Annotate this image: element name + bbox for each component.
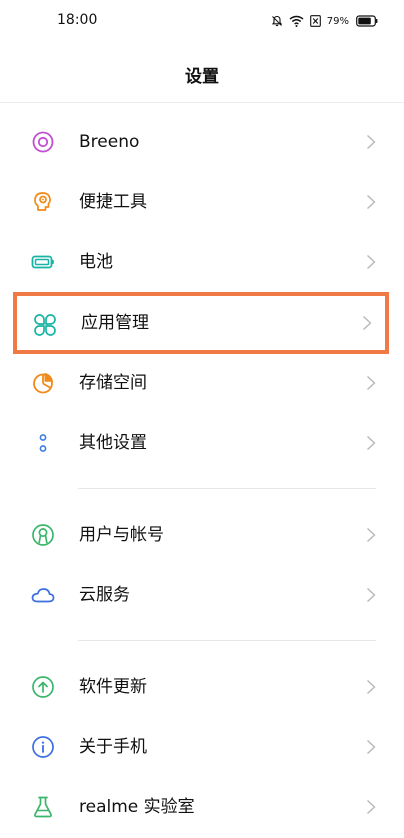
settings-item-label: 云服务 bbox=[79, 585, 130, 605]
settings-item-label: 软件更新 bbox=[79, 677, 147, 697]
settings-item-convenience-tools[interactable]: 便捷工具 bbox=[14, 172, 390, 232]
user-account-icon bbox=[31, 523, 55, 547]
chevron-right-icon bbox=[362, 315, 372, 331]
software-update-icon bbox=[31, 675, 55, 699]
storage-icon bbox=[31, 371, 55, 395]
chevron-right-icon bbox=[366, 799, 376, 815]
page-title: 设置 bbox=[185, 67, 219, 87]
cloud-icon bbox=[31, 583, 55, 607]
wifi-icon bbox=[289, 15, 304, 27]
about-phone-icon bbox=[31, 735, 55, 759]
settings-item-software-update[interactable]: 软件更新 bbox=[14, 657, 390, 717]
settings-item-battery[interactable]: 电池 bbox=[14, 232, 390, 292]
other-settings-icon bbox=[31, 431, 55, 455]
convenience-tools-icon bbox=[31, 190, 55, 214]
status-time: 18:00 bbox=[57, 12, 98, 28]
chevron-right-icon bbox=[366, 375, 376, 391]
chevron-right-icon bbox=[366, 194, 376, 210]
settings-item-about-phone[interactable]: 关于手机 bbox=[14, 717, 390, 777]
no-sim-icon bbox=[309, 15, 321, 27]
chevron-right-icon bbox=[366, 587, 376, 603]
silent-bell-icon bbox=[271, 15, 283, 27]
settings-item-label: 便捷工具 bbox=[79, 192, 147, 212]
settings-item-label: realme 实验室 bbox=[79, 797, 195, 817]
settings-item-label: 应用管理 bbox=[81, 313, 149, 333]
settings-item-cloud-service[interactable]: 云服务 bbox=[14, 565, 390, 625]
settings-item-user-account[interactable]: 用户与帐号 bbox=[14, 505, 390, 565]
chevron-right-icon bbox=[366, 739, 376, 755]
header-divider bbox=[0, 102, 404, 103]
chevron-right-icon bbox=[366, 254, 376, 270]
status-bar: 18:00 79% bbox=[0, 0, 404, 44]
settings-item-breeno[interactable]: Breeno bbox=[14, 112, 390, 172]
chevron-right-icon bbox=[366, 134, 376, 150]
settings-item-other-settings[interactable]: 其他设置 bbox=[14, 413, 390, 473]
settings-item-label: Breeno bbox=[79, 132, 140, 152]
settings-item-label: 关于手机 bbox=[79, 737, 147, 757]
settings-item-label: 用户与帐号 bbox=[79, 525, 164, 545]
settings-item-app-management[interactable]: 应用管理 bbox=[13, 292, 389, 354]
battery-percent: 79% bbox=[326, 15, 349, 27]
settings-item-label: 其他设置 bbox=[79, 433, 147, 453]
settings-item-label: 电池 bbox=[79, 252, 113, 272]
settings-item-realme-lab[interactable]: realme 实验室 bbox=[14, 777, 390, 837]
chevron-right-icon bbox=[366, 435, 376, 451]
app-management-icon bbox=[33, 313, 57, 337]
group-divider bbox=[78, 640, 376, 641]
battery-icon bbox=[31, 250, 55, 274]
breeno-icon bbox=[31, 130, 55, 154]
chevron-right-icon bbox=[366, 679, 376, 695]
settings-item-label: 存储空间 bbox=[79, 373, 147, 393]
battery-level-icon bbox=[356, 15, 378, 27]
lab-flask-icon bbox=[31, 795, 55, 819]
status-icons: 79% bbox=[271, 12, 378, 30]
chevron-right-icon bbox=[366, 527, 376, 543]
group-divider bbox=[78, 488, 376, 489]
settings-item-storage[interactable]: 存储空间 bbox=[14, 353, 390, 413]
